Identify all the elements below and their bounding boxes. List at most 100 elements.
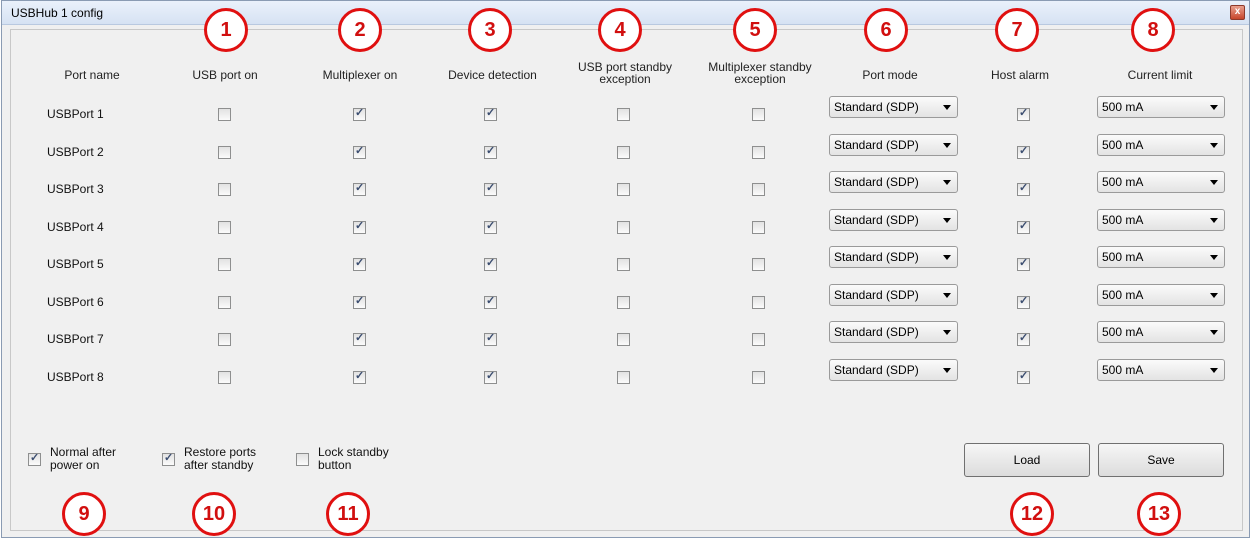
mux-standby-exception-checkbox[interactable] <box>752 333 765 346</box>
multiplexer-on-checkbox[interactable] <box>353 144 366 159</box>
header-host-alarm: Host alarm <box>990 68 1049 82</box>
callout-4: 4 <box>598 8 642 52</box>
header-current-limit: Current limit <box>1127 68 1193 82</box>
port-name-label: USBPort 4 <box>47 219 104 234</box>
chevron-down-icon <box>943 217 951 223</box>
chevron-down-icon <box>943 105 951 110</box>
device-detection-checkbox[interactable] <box>484 256 497 271</box>
current-limit-value: 500 mA <box>1102 212 1144 227</box>
header-mux-standby-line2: exception <box>734 72 786 86</box>
host-alarm-checkbox[interactable] <box>1017 219 1030 234</box>
callout-10: 10 <box>192 492 236 536</box>
restore-ports-line2: after standby <box>184 458 254 472</box>
current-limit-value: 500 mA <box>1102 137 1144 152</box>
usb-standby-exception-checkbox[interactable] <box>617 295 630 309</box>
device-detection-checkbox[interactable] <box>484 294 497 309</box>
load-button[interactable]: Load <box>964 443 1090 477</box>
mux-standby-exception-checkbox[interactable] <box>752 220 765 234</box>
usb-standby-exception-checkbox[interactable] <box>617 145 630 159</box>
usb-port-on-checkbox[interactable] <box>218 370 231 384</box>
port-mode-dropdown[interactable]: Standard (SDP) <box>829 171 958 193</box>
mux-standby-exception-checkbox[interactable] <box>752 295 765 309</box>
mux-standby-exception-checkbox[interactable] <box>752 145 765 159</box>
host-alarm-checkbox[interactable] <box>1017 106 1030 121</box>
mux-standby-exception-checkbox[interactable] <box>752 258 765 271</box>
current-limit-dropdown[interactable]: 500 mA <box>1097 171 1225 193</box>
normal-after-power-on-checkbox[interactable] <box>28 451 41 466</box>
chevron-down-icon <box>943 367 951 373</box>
usb-standby-exception-checkbox[interactable] <box>617 258 630 271</box>
multiplexer-on-checkbox[interactable] <box>353 369 366 384</box>
usb-port-on-checkbox[interactable] <box>218 183 231 196</box>
device-detection-checkbox[interactable] <box>484 369 497 384</box>
device-detection-checkbox[interactable] <box>484 181 497 196</box>
multiplexer-on-checkbox[interactable] <box>353 256 366 271</box>
host-alarm-checkbox[interactable] <box>1017 331 1030 346</box>
usb-port-on-checkbox[interactable] <box>218 108 231 121</box>
port-mode-dropdown[interactable]: Standard (SDP) <box>829 321 958 343</box>
port-mode-value: Standard (SDP) <box>834 137 919 152</box>
device-detection-checkbox[interactable] <box>484 331 497 346</box>
usb-standby-exception-checkbox[interactable] <box>617 333 630 346</box>
usb-port-on-checkbox[interactable] <box>218 145 231 159</box>
current-limit-dropdown[interactable]: 500 mA <box>1097 246 1225 268</box>
port-mode-dropdown[interactable]: Standard (SDP) <box>829 96 958 118</box>
host-alarm-checkbox[interactable] <box>1017 256 1030 271</box>
current-limit-dropdown[interactable]: 500 mA <box>1097 208 1225 231</box>
save-button[interactable]: Save <box>1098 443 1224 477</box>
mux-standby-exception-checkbox[interactable] <box>752 183 765 196</box>
header-multiplexer-on: Multiplexer on <box>322 68 398 82</box>
port-name-label: USBPort 5 <box>47 257 104 271</box>
usb-port-on-checkbox[interactable] <box>218 258 231 271</box>
usb-port-on-checkbox[interactable] <box>218 220 231 234</box>
current-limit-dropdown[interactable]: 500 mA <box>1097 133 1225 156</box>
current-limit-dropdown[interactable]: 500 mA <box>1097 283 1225 306</box>
port-mode-value: Standard (SDP) <box>834 250 919 264</box>
host-alarm-checkbox[interactable] <box>1017 294 1030 309</box>
close-icon[interactable]: x <box>1230 5 1245 20</box>
device-detection-checkbox[interactable] <box>484 144 497 159</box>
usb-standby-exception-checkbox[interactable] <box>617 220 630 234</box>
usb-standby-exception-checkbox[interactable] <box>617 108 630 121</box>
lock-standby-button-checkbox[interactable] <box>296 453 309 466</box>
host-alarm-checkbox[interactable] <box>1017 181 1030 196</box>
multiplexer-on-checkbox[interactable] <box>353 106 366 121</box>
chevron-down-icon <box>1210 180 1218 185</box>
device-detection-checkbox[interactable] <box>484 106 497 121</box>
chevron-down-icon <box>1210 367 1218 373</box>
callout-1: 1 <box>204 8 248 52</box>
mux-standby-exception-checkbox[interactable] <box>752 370 765 384</box>
usb-standby-exception-checkbox[interactable] <box>617 183 630 196</box>
current-limit-dropdown[interactable]: 500 mA <box>1097 96 1225 118</box>
usb-port-on-checkbox[interactable] <box>218 295 231 309</box>
chevron-down-icon <box>1210 255 1218 260</box>
device-detection-checkbox[interactable] <box>484 219 497 234</box>
current-limit-value: 500 mA <box>1102 175 1144 189</box>
current-limit-dropdown[interactable]: 500 mA <box>1097 321 1225 343</box>
chevron-down-icon <box>943 180 951 185</box>
port-mode-dropdown[interactable]: Standard (SDP) <box>829 208 958 231</box>
chevron-down-icon <box>1210 292 1218 298</box>
header-port-mode: Port mode <box>862 68 918 82</box>
mux-standby-exception-checkbox[interactable] <box>752 108 765 121</box>
port-mode-dropdown[interactable]: Standard (SDP) <box>829 133 958 156</box>
multiplexer-on-checkbox[interactable] <box>353 331 366 346</box>
restore-ports-after-standby-checkbox[interactable] <box>162 451 175 466</box>
host-alarm-checkbox[interactable] <box>1017 369 1030 384</box>
port-name-label: USBPort 7 <box>47 332 104 346</box>
chevron-down-icon <box>1210 142 1218 148</box>
chevron-down-icon <box>943 330 951 335</box>
port-mode-value: Standard (SDP) <box>834 100 919 114</box>
port-mode-dropdown[interactable]: Standard (SDP) <box>829 358 958 381</box>
callout-7: 7 <box>995 8 1039 52</box>
port-mode-value: Standard (SDP) <box>834 212 919 227</box>
usb-standby-exception-checkbox[interactable] <box>617 370 630 384</box>
multiplexer-on-checkbox[interactable] <box>353 181 366 196</box>
host-alarm-checkbox[interactable] <box>1017 144 1030 159</box>
multiplexer-on-checkbox[interactable] <box>353 294 366 309</box>
port-mode-dropdown[interactable]: Standard (SDP) <box>829 283 958 306</box>
port-mode-dropdown[interactable]: Standard (SDP) <box>829 246 958 268</box>
current-limit-dropdown[interactable]: 500 mA <box>1097 358 1225 381</box>
usb-port-on-checkbox[interactable] <box>218 333 231 346</box>
multiplexer-on-checkbox[interactable] <box>353 219 366 234</box>
